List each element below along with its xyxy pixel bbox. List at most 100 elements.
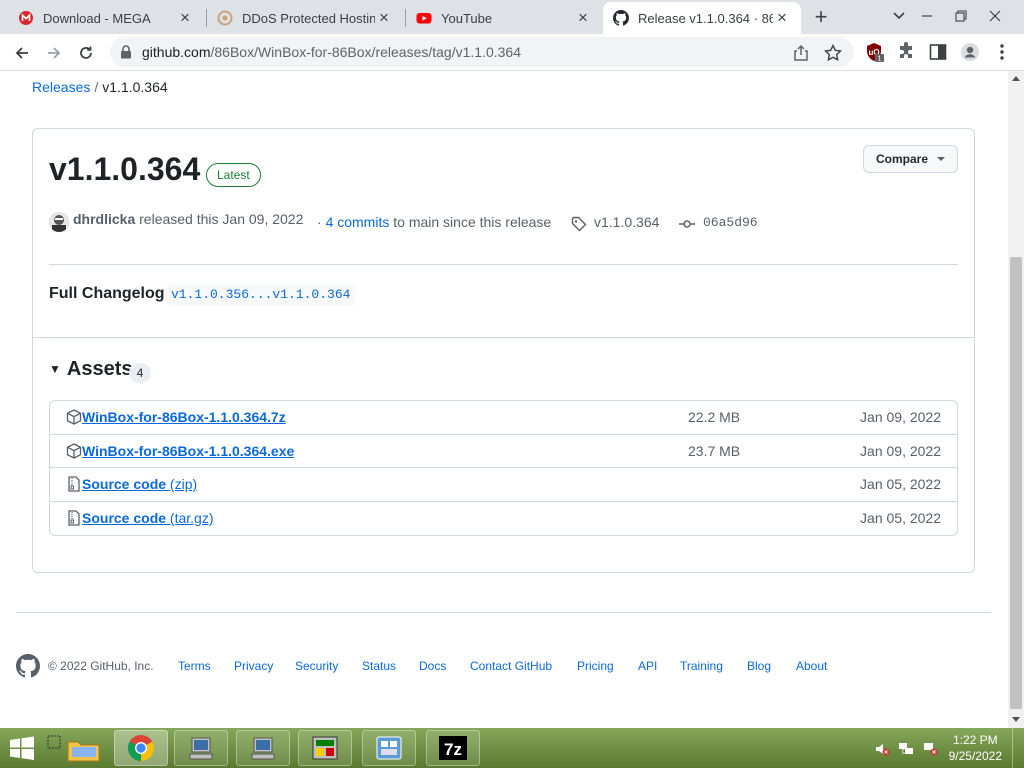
tab-label: DDoS Protected Hosting: [242, 10, 375, 26]
assets-toggle[interactable]: ▼ Assets: [49, 358, 133, 381]
forward-arrow-icon: [48, 47, 61, 59]
back-arrow-icon: [15, 47, 28, 59]
back-button[interactable]: [8, 39, 36, 67]
breadcrumb-separator: /: [94, 79, 99, 95]
svg-text:7z: 7z: [444, 740, 462, 759]
network-icon[interactable]: [898, 741, 914, 757]
footer-copyright: © 2022 GitHub, Inc.: [48, 659, 154, 673]
system-clock[interactable]: 1:22 PM 9/25/2022: [949, 732, 1002, 764]
clock-date: 9/25/2022: [948, 749, 1002, 763]
forward-button[interactable]: [40, 39, 68, 67]
footer-link-pricing[interactable]: Pricing: [577, 659, 614, 673]
source-zip-link[interactable]: Source code (zip): [82, 476, 197, 492]
show-desktop-button[interactable]: [1012, 728, 1024, 768]
close-icon[interactable]: ×: [574, 8, 592, 28]
volume-muted-icon[interactable]: [874, 741, 890, 757]
footer-divider: [16, 612, 991, 613]
footer-link-contact[interactable]: Contact GitHub: [470, 659, 552, 673]
tab-label: Download - MEGA: [43, 10, 151, 26]
file-zip-icon: [68, 509, 80, 526]
footer-link-security[interactable]: Security: [295, 659, 338, 673]
github-logo-icon[interactable]: [16, 654, 40, 678]
ddos-icon: [217, 10, 233, 26]
taskbar-app-2[interactable]: [236, 730, 290, 766]
kebab-menu-icon[interactable]: [992, 42, 1012, 62]
tag-icon: [571, 216, 587, 232]
file-zip-icon: [68, 476, 80, 492]
compare-button[interactable]: Compare: [863, 145, 958, 173]
lock-icon[interactable]: [120, 45, 132, 59]
footer-link-api[interactable]: API: [638, 659, 657, 673]
ublock-extension-icon[interactable]: uO1: [864, 42, 884, 62]
profile-avatar-icon[interactable]: [960, 42, 980, 62]
youtube-icon: [416, 13, 432, 24]
taskbar-explorer[interactable]: [46, 732, 106, 764]
tab-label: YouTube: [441, 10, 493, 26]
release-title[interactable]: v1.1.0.364: [49, 151, 200, 188]
github-icon: [613, 10, 629, 26]
close-window-icon[interactable]: [978, 2, 1012, 30]
scroll-up-arrow-icon[interactable]: [1012, 76, 1020, 81]
taskbar-app-3[interactable]: [298, 730, 352, 766]
hardware-app-icon: [312, 736, 338, 760]
asset-date: Jan 09, 2022: [860, 442, 941, 459]
asset-download-link[interactable]: WinBox-for-86Box-1.1.0.364.7z: [82, 409, 286, 425]
vertical-scrollbar[interactable]: [1008, 71, 1024, 728]
footer-link-terms[interactable]: Terms: [178, 659, 211, 673]
footer-link-privacy[interactable]: Privacy: [234, 659, 273, 673]
tab-mega[interactable]: Download - MEGA ×: [8, 2, 204, 34]
avatar[interactable]: [49, 212, 69, 232]
extensions-puzzle-icon[interactable]: [896, 42, 916, 62]
action-center-icon[interactable]: [922, 741, 938, 757]
scrollbar-thumb[interactable]: [1010, 257, 1022, 709]
bookmark-star-icon[interactable]: [824, 44, 842, 62]
taskbar-7zip[interactable]: 7z: [426, 730, 480, 766]
asset-download-link[interactable]: WinBox-for-86Box-1.1.0.364.exe: [82, 443, 294, 459]
start-button[interactable]: [6, 733, 38, 763]
breadcrumb-current: v1.1.0.364: [102, 79, 168, 95]
clock-time: 1:22 PM: [952, 733, 998, 747]
taskbar-app-1[interactable]: [174, 730, 228, 766]
taskbar-app-4[interactable]: [362, 730, 416, 766]
tab-github-release[interactable]: Release v1.1.0.364 · 86Bo ×: [603, 2, 801, 34]
share-icon[interactable]: [792, 44, 810, 62]
package-icon: [66, 442, 82, 459]
release-card: v1.1.0.364 Latest Compare dhrdlicka rele…: [32, 128, 975, 573]
footer-link-training[interactable]: Training: [680, 659, 723, 673]
footer-link-status[interactable]: Status: [362, 659, 396, 673]
tab-ddos[interactable]: DDoS Protected Hosting ×: [207, 2, 403, 34]
url-path: /86Box/WinBox-for-86Box/releases/tag/v1.…: [210, 44, 521, 60]
close-icon[interactable]: ×: [375, 8, 393, 28]
footer-link-blog[interactable]: Blog: [747, 659, 771, 673]
restore-icon[interactable]: [944, 2, 978, 30]
footer-link-docs[interactable]: Docs: [419, 659, 446, 673]
minimize-icon[interactable]: [910, 2, 944, 30]
scroll-down-arrow-icon[interactable]: [1012, 717, 1020, 722]
reload-button[interactable]: [72, 39, 100, 67]
tab-strip: Download - MEGA × DDoS Protected Hosting…: [0, 0, 1024, 34]
close-icon[interactable]: ×: [176, 8, 194, 28]
changelog-compare-link[interactable]: v1.1.0.356...v1.1.0.364: [165, 284, 357, 306]
asset-size: 22.2 MB: [688, 409, 741, 425]
author-link[interactable]: dhrdlicka: [73, 211, 135, 227]
triangle-down-icon: ▼: [49, 362, 61, 376]
asset-row: Source code (tar.gz) Jan 05, 2022: [50, 502, 957, 536]
breadcrumb-releases-link[interactable]: Releases: [32, 79, 90, 95]
windows-logo-icon: [10, 736, 34, 760]
new-tab-button[interactable]: +: [808, 5, 834, 31]
tab-youtube[interactable]: YouTube ×: [406, 2, 602, 34]
released-text: released this Jan 09, 2022: [139, 211, 304, 227]
commits-link[interactable]: 4 commits: [326, 214, 390, 230]
footer-link-about[interactable]: About: [796, 659, 827, 673]
compare-label: Compare: [876, 152, 929, 166]
side-panel-icon[interactable]: [928, 42, 948, 62]
computer-app-icon: [189, 737, 213, 760]
commit-hash-link[interactable]: 06a5d96: [703, 215, 758, 230]
close-icon[interactable]: ×: [773, 8, 791, 28]
asset-date: Jan 05, 2022: [860, 476, 941, 492]
address-bar[interactable]: github.com/86Box/WinBox-for-86Box/releas…: [110, 37, 854, 67]
changelog-label: Full Changelog:: [49, 285, 170, 302]
source-targz-link[interactable]: Source code (tar.gz): [82, 510, 214, 526]
tag-link[interactable]: v1.1.0.364: [594, 214, 659, 230]
taskbar-chrome[interactable]: [114, 730, 168, 766]
